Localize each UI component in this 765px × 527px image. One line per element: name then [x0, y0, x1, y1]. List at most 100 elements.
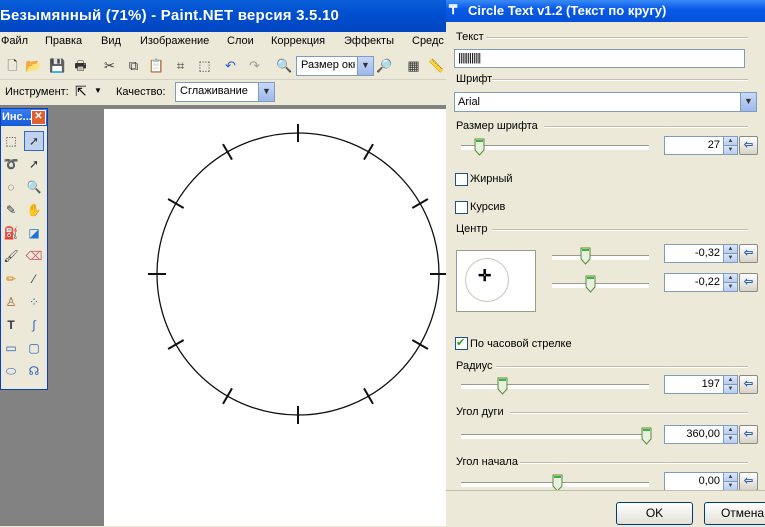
radius-slider-thumb[interactable]: [497, 377, 508, 395]
paint-bucket-icon[interactable]: ⛽: [1, 223, 21, 243]
cut-icon[interactable]: ✂: [101, 57, 118, 74]
chevron-down-icon[interactable]: ▼: [723, 145, 737, 154]
radius-stepper[interactable]: 197 ▲ ▼: [664, 375, 738, 394]
font-size-stepper[interactable]: 27 ▲ ▼: [664, 136, 738, 155]
clone-stamp-icon[interactable]: ♙: [1, 292, 21, 312]
chevron-down-icon[interactable]: ▼: [94, 86, 102, 95]
crop-icon[interactable]: ⌗: [172, 57, 189, 74]
arc-angle-slider-thumb[interactable]: [641, 427, 652, 445]
start-angle-reset-button[interactable]: ⇦: [739, 472, 758, 490]
image-canvas[interactable]: [104, 109, 446, 526]
menu-adjustments[interactable]: Коррекция: [271, 35, 325, 47]
arc-angle-stepper[interactable]: 360,00 ▲ ▼: [664, 425, 738, 444]
chevron-down-icon[interactable]: ▼: [723, 384, 737, 393]
start-angle-stepper[interactable]: 0,00 ▲ ▼: [664, 472, 738, 490]
arc-angle-slider-track[interactable]: [461, 434, 649, 439]
eraser-icon[interactable]: ⌫: [24, 246, 44, 266]
font-size-reset-button[interactable]: ⇦: [739, 136, 758, 155]
tools-window-title: Инс...: [2, 111, 32, 123]
ok-button[interactable]: OK: [616, 502, 693, 525]
gradient-icon[interactable]: ◪: [24, 223, 44, 243]
paintbrush-icon[interactable]: 🖌: [1, 246, 21, 266]
rectangle-select-icon[interactable]: ⬚: [1, 131, 21, 151]
menu-image[interactable]: Изображение: [140, 35, 209, 47]
center-y-slider-thumb[interactable]: [585, 275, 596, 293]
grid-icon[interactable]: ▦: [405, 57, 422, 74]
recolor-icon[interactable]: ⁘: [24, 292, 44, 312]
print-icon[interactable]: 🖶: [72, 57, 89, 74]
chevron-up-icon[interactable]: ▲: [723, 274, 737, 282]
radius-slider-track[interactable]: [461, 384, 649, 389]
move-selection-icon[interactable]: ⇱: [75, 83, 87, 100]
pan-icon[interactable]: ✋: [24, 200, 44, 220]
chevron-down-icon[interactable]: ▼: [723, 434, 737, 443]
zoom-icon[interactable]: 🔍: [24, 177, 44, 197]
new-file-icon[interactable]: 🗋: [4, 57, 21, 74]
zoom-dropdown[interactable]: Размер окн ▼: [296, 56, 374, 76]
center-x-stepper[interactable]: -0,32 ▲ ▼: [664, 244, 738, 263]
center-y-reset-button[interactable]: ⇦: [739, 273, 758, 292]
line-curve-icon[interactable]: ∫: [24, 315, 44, 335]
text-input[interactable]: ||||||||||||: [454, 49, 745, 68]
start-angle-slider-thumb[interactable]: [552, 474, 563, 490]
quality-dropdown[interactable]: Сглаживание ▼: [175, 82, 275, 102]
chevron-up-icon[interactable]: ▲: [723, 376, 737, 384]
menu-file[interactable]: Файл: [1, 35, 28, 47]
tick-mark: [363, 387, 374, 405]
move-selection-icon[interactable]: ➚: [24, 131, 44, 151]
text-icon[interactable]: T: [1, 315, 21, 335]
chevron-down-icon[interactable]: ▼: [723, 481, 737, 490]
italic-checkbox[interactable]: [455, 201, 468, 214]
ellipse-icon[interactable]: ⬭: [1, 361, 21, 381]
redo-icon[interactable]: ↷: [246, 57, 263, 74]
bold-checkbox[interactable]: [455, 173, 468, 186]
chevron-down-icon[interactable]: ▼: [723, 253, 737, 262]
center-y-slider-track[interactable]: [552, 283, 649, 288]
center-x-slider-thumb[interactable]: [580, 247, 591, 265]
font-size-slider-thumb[interactable]: [474, 138, 485, 156]
chevron-down-icon[interactable]: ▼: [740, 93, 756, 111]
font-size-slider-track[interactable]: [461, 145, 649, 150]
ellipse-select-icon[interactable]: ◌: [1, 177, 21, 197]
rounded-rectangle-icon[interactable]: ▢: [24, 338, 44, 358]
chevron-down-icon[interactable]: ▼: [258, 83, 274, 101]
ruler-icon[interactable]: 📏: [428, 57, 445, 74]
menu-effects[interactable]: Эффекты: [344, 35, 394, 47]
zoom-out-icon[interactable]: 🔍: [276, 57, 293, 74]
zoom-in-icon[interactable]: 🔎: [376, 57, 393, 74]
menu-view[interactable]: Вид: [101, 35, 121, 47]
chevron-down-icon[interactable]: ▼: [723, 282, 737, 291]
pencil-icon[interactable]: ✏: [1, 269, 21, 289]
cancel-button[interactable]: Отмена: [704, 502, 765, 525]
color-picker-icon[interactable]: ⁄: [24, 269, 44, 289]
chevron-down-icon[interactable]: ▼: [357, 57, 373, 75]
center-y-stepper[interactable]: -0,22 ▲ ▼: [664, 273, 738, 292]
move-icon[interactable]: ➚: [24, 154, 44, 174]
deselect-icon[interactable]: ⬚: [196, 57, 213, 74]
chevron-up-icon[interactable]: ▲: [723, 426, 737, 434]
close-icon[interactable]: ✕: [31, 110, 46, 125]
chevron-up-icon[interactable]: ▲: [723, 473, 737, 481]
magic-wand-icon[interactable]: ✎: [1, 200, 21, 220]
paste-icon[interactable]: 📋: [148, 57, 165, 74]
divider: [486, 37, 748, 39]
menu-edit[interactable]: Правка: [45, 35, 82, 47]
open-file-icon[interactable]: 📂: [25, 57, 42, 74]
freeform-shape-icon[interactable]: ☊: [24, 361, 44, 381]
save-icon[interactable]: 💾: [49, 57, 66, 74]
clockwise-checkbox[interactable]: [455, 336, 468, 350]
rectangle-icon[interactable]: ▭: [1, 338, 21, 358]
copy-icon[interactable]: ⧉: [125, 57, 142, 74]
radius-reset-button[interactable]: ⇦: [739, 375, 758, 394]
center-picker[interactable]: ✛: [456, 250, 536, 312]
center-x-slider-track[interactable]: [552, 255, 649, 260]
center-x-reset-button[interactable]: ⇦: [739, 244, 758, 263]
menu-utilities[interactable]: Средс: [412, 35, 444, 47]
font-dropdown[interactable]: Arial ▼: [454, 92, 757, 112]
chevron-up-icon[interactable]: ▲: [723, 245, 737, 253]
undo-icon[interactable]: ↶: [222, 57, 239, 74]
lasso-icon[interactable]: ➰: [1, 154, 21, 174]
chevron-up-icon[interactable]: ▲: [723, 137, 737, 145]
menu-layers[interactable]: Слои: [227, 35, 254, 47]
arc-angle-reset-button[interactable]: ⇦: [739, 425, 758, 444]
